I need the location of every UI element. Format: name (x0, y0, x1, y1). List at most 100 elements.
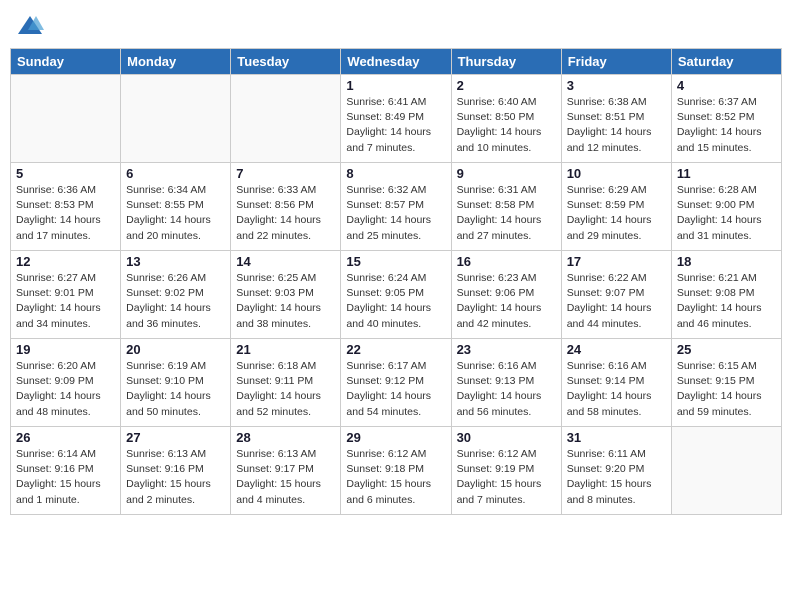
day-number: 27 (126, 430, 225, 445)
calendar-cell: 6Sunrise: 6:34 AM Sunset: 8:55 PM Daylig… (121, 163, 231, 251)
calendar-cell: 26Sunrise: 6:14 AM Sunset: 9:16 PM Dayli… (11, 427, 121, 515)
day-info: Sunrise: 6:13 AM Sunset: 9:17 PM Dayligh… (236, 447, 335, 508)
calendar-cell: 31 Sunrise: 6:11 AM Sunset: 9:20 PM Dayli… (561, 427, 671, 515)
day-info: Sunrise: 6:40 AM Sunset: 8:50 PM Dayligh… (457, 95, 556, 156)
calendar-table: SundayMondayTuesdayWednesdayThursdayFrid… (10, 48, 782, 515)
calendar-cell (231, 75, 341, 163)
calendar-cell: 21 Sunrise: 6:18 AM Sunset: 9:11 PM Dayli… (231, 339, 341, 427)
day-number: 13 (126, 254, 225, 269)
calendar-cell: 2 Sunrise: 6:40 AM Sunset: 8:50 PM Daylig… (451, 75, 561, 163)
logo-icon (16, 14, 44, 36)
day-number: 2 (457, 78, 556, 93)
day-number: 4 (677, 78, 776, 93)
calendar-cell: 11 Sunrise: 6:28 AM Sunset: 9:00 PM Dayli… (671, 163, 781, 251)
day-info: Sunrise: 6:36 AM Sunset: 8:53 PM Dayligh… (16, 183, 115, 244)
calendar-cell (121, 75, 231, 163)
calendar-cell: 22Sunrise: 6:17 AM Sunset: 9:12 PM Dayli… (341, 339, 451, 427)
day-info: Sunrise: 6:16 AM Sunset: 9:13 PM Dayligh… (457, 359, 556, 420)
day-info: Sunrise: 6:26 AM Sunset: 9:02 PM Dayligh… (126, 271, 225, 332)
day-number: 14 (236, 254, 335, 269)
day-number: 1 (346, 78, 445, 93)
day-number: 19 (16, 342, 115, 357)
day-number: 30 (457, 430, 556, 445)
calendar-cell: 24 Sunrise: 6:16 AM Sunset: 9:14 PM Dayli… (561, 339, 671, 427)
calendar-cell: 8 Sunrise: 6:32 AM Sunset: 8:57 PM Daylig… (341, 163, 451, 251)
calendar-cell: 17Sunrise: 6:22 AM Sunset: 9:07 PM Dayli… (561, 251, 671, 339)
day-info: Sunrise: 6:21 AM Sunset: 9:08 PM Dayligh… (677, 271, 776, 332)
calendar-cell: 14 Sunrise: 6:25 AM Sunset: 9:03 PM Dayli… (231, 251, 341, 339)
calendar-week-4: 19 Sunrise: 6:20 AM Sunset: 9:09 PM Dayli… (11, 339, 782, 427)
day-number: 24 (567, 342, 666, 357)
day-info: Sunrise: 6:19 AM Sunset: 9:10 PM Dayligh… (126, 359, 225, 420)
logo (16, 14, 44, 36)
weekday-header-wednesday: Wednesday (341, 49, 451, 75)
calendar-cell: 18 Sunrise: 6:21 AM Sunset: 9:08 PM Dayli… (671, 251, 781, 339)
calendar-cell: 3 Sunrise: 6:38 AM Sunset: 8:51 PM Daylig… (561, 75, 671, 163)
calendar-cell: 5 Sunrise: 6:36 AM Sunset: 8:53 PM Daylig… (11, 163, 121, 251)
day-info: Sunrise: 6:33 AM Sunset: 8:56 PM Dayligh… (236, 183, 335, 244)
calendar-cell: 15Sunrise: 6:24 AM Sunset: 9:05 PM Dayli… (341, 251, 451, 339)
calendar-cell: 9 Sunrise: 6:31 AM Sunset: 8:58 PM Daylig… (451, 163, 561, 251)
calendar-week-1: 1 Sunrise: 6:41 AM Sunset: 8:49 PM Daylig… (11, 75, 782, 163)
calendar-cell: 13 Sunrise: 6:26 AM Sunset: 9:02 PM Dayli… (121, 251, 231, 339)
day-number: 10 (567, 166, 666, 181)
day-number: 11 (677, 166, 776, 181)
day-info: Sunrise: 6:20 AM Sunset: 9:09 PM Dayligh… (16, 359, 115, 420)
day-number: 31 (567, 430, 666, 445)
day-info: Sunrise: 6:16 AM Sunset: 9:14 PM Dayligh… (567, 359, 666, 420)
calendar-cell: 20Sunrise: 6:19 AM Sunset: 9:10 PM Dayli… (121, 339, 231, 427)
day-number: 3 (567, 78, 666, 93)
weekday-header-saturday: Saturday (671, 49, 781, 75)
day-number: 25 (677, 342, 776, 357)
day-info: Sunrise: 6:18 AM Sunset: 9:11 PM Dayligh… (236, 359, 335, 420)
day-number: 5 (16, 166, 115, 181)
day-number: 15 (346, 254, 445, 269)
day-info: Sunrise: 6:11 AM Sunset: 9:20 PM Dayligh… (567, 447, 666, 508)
page-header (10, 10, 782, 40)
day-number: 7 (236, 166, 335, 181)
day-number: 23 (457, 342, 556, 357)
day-number: 16 (457, 254, 556, 269)
weekday-header-friday: Friday (561, 49, 671, 75)
calendar-cell: 27 Sunrise: 6:13 AM Sunset: 9:16 PM Dayli… (121, 427, 231, 515)
day-info: Sunrise: 6:25 AM Sunset: 9:03 PM Dayligh… (236, 271, 335, 332)
day-info: Sunrise: 6:15 AM Sunset: 9:15 PM Dayligh… (677, 359, 776, 420)
calendar-cell: 19 Sunrise: 6:20 AM Sunset: 9:09 PM Dayli… (11, 339, 121, 427)
calendar-cell: 30 Sunrise: 6:12 AM Sunset: 9:19 PM Dayli… (451, 427, 561, 515)
day-info: Sunrise: 6:37 AM Sunset: 8:52 PM Dayligh… (677, 95, 776, 156)
day-number: 22 (346, 342, 445, 357)
calendar-cell (671, 427, 781, 515)
day-number: 29 (346, 430, 445, 445)
day-info: Sunrise: 6:13 AM Sunset: 9:16 PM Dayligh… (126, 447, 225, 508)
day-number: 28 (236, 430, 335, 445)
day-number: 21 (236, 342, 335, 357)
weekday-header-tuesday: Tuesday (231, 49, 341, 75)
weekday-header-sunday: Sunday (11, 49, 121, 75)
weekday-header-thursday: Thursday (451, 49, 561, 75)
day-info: Sunrise: 6:38 AM Sunset: 8:51 PM Dayligh… (567, 95, 666, 156)
calendar-cell: 28 Sunrise: 6:13 AM Sunset: 9:17 PM Dayli… (231, 427, 341, 515)
calendar-cell (11, 75, 121, 163)
day-number: 18 (677, 254, 776, 269)
calendar-cell: 1 Sunrise: 6:41 AM Sunset: 8:49 PM Daylig… (341, 75, 451, 163)
day-info: Sunrise: 6:41 AM Sunset: 8:49 PM Dayligh… (346, 95, 445, 156)
day-info: Sunrise: 6:32 AM Sunset: 8:57 PM Dayligh… (346, 183, 445, 244)
day-info: Sunrise: 6:12 AM Sunset: 9:18 PM Dayligh… (346, 447, 445, 508)
calendar-header-row: SundayMondayTuesdayWednesdayThursdayFrid… (11, 49, 782, 75)
day-number: 8 (346, 166, 445, 181)
day-info: Sunrise: 6:12 AM Sunset: 9:19 PM Dayligh… (457, 447, 556, 508)
calendar-cell: 10 Sunrise: 6:29 AM Sunset: 8:59 PM Dayli… (561, 163, 671, 251)
calendar-cell: 12Sunrise: 6:27 AM Sunset: 9:01 PM Dayli… (11, 251, 121, 339)
day-number: 12 (16, 254, 115, 269)
day-info: Sunrise: 6:29 AM Sunset: 8:59 PM Dayligh… (567, 183, 666, 244)
day-info: Sunrise: 6:34 AM Sunset: 8:55 PM Dayligh… (126, 183, 225, 244)
day-number: 9 (457, 166, 556, 181)
calendar-cell: 23 Sunrise: 6:16 AM Sunset: 9:13 PM Dayli… (451, 339, 561, 427)
day-info: Sunrise: 6:28 AM Sunset: 9:00 PM Dayligh… (677, 183, 776, 244)
day-number: 17 (567, 254, 666, 269)
calendar-week-2: 5 Sunrise: 6:36 AM Sunset: 8:53 PM Daylig… (11, 163, 782, 251)
weekday-header-monday: Monday (121, 49, 231, 75)
day-info: Sunrise: 6:14 AM Sunset: 9:16 PM Dayligh… (16, 447, 115, 508)
calendar-week-3: 12Sunrise: 6:27 AM Sunset: 9:01 PM Dayli… (11, 251, 782, 339)
day-info: Sunrise: 6:31 AM Sunset: 8:58 PM Dayligh… (457, 183, 556, 244)
